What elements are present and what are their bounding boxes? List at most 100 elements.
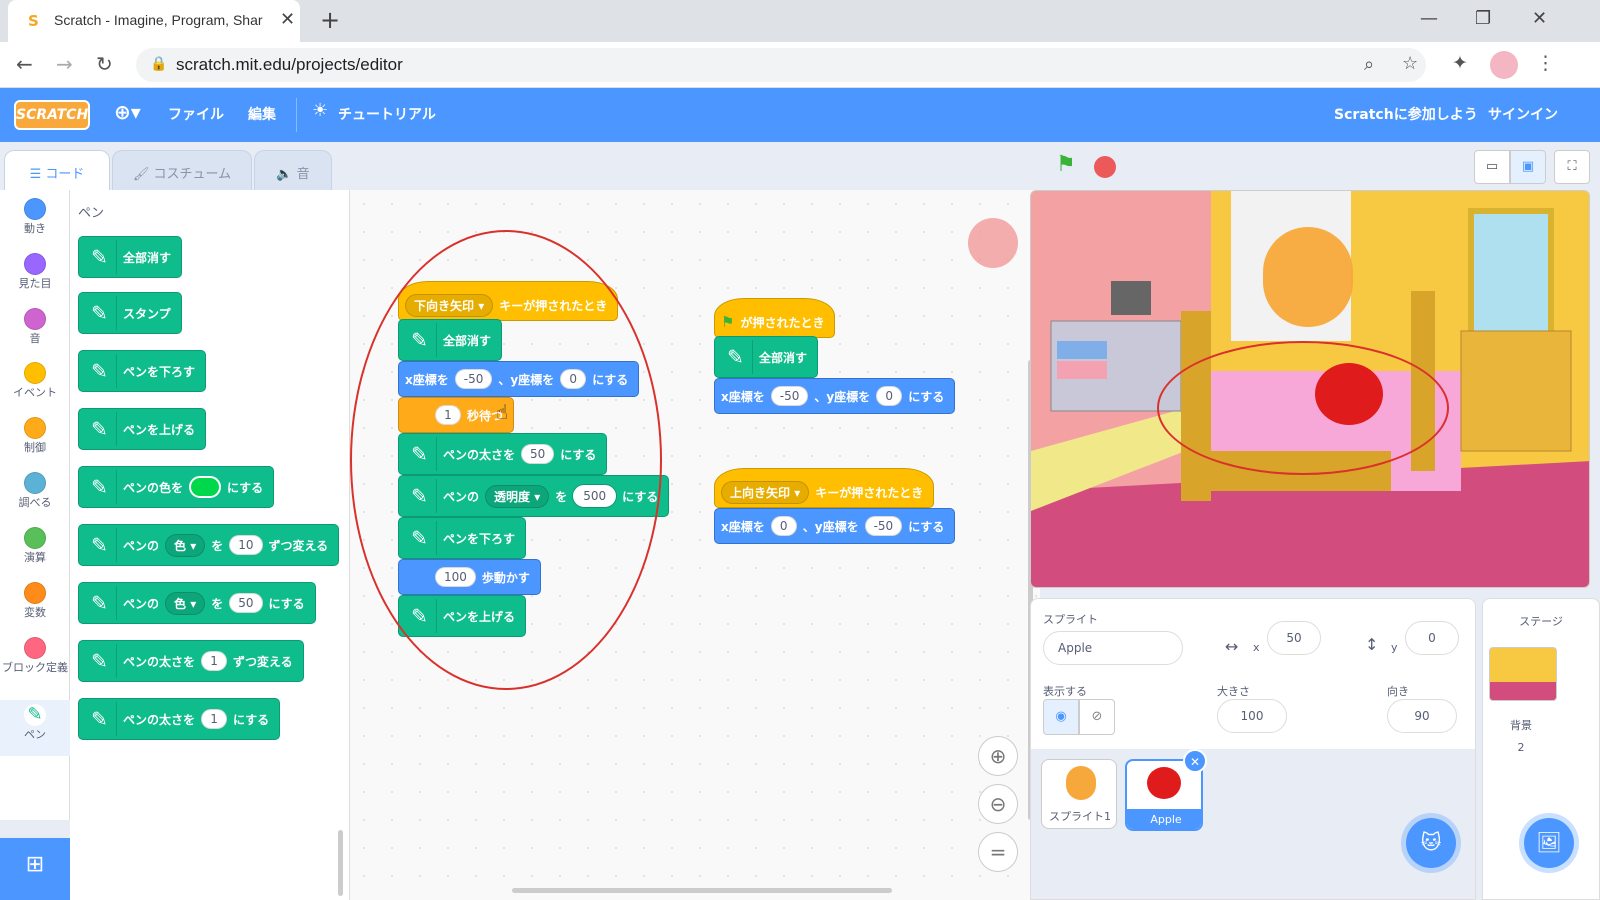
param-dropdown[interactable]: 色 ▾ — [165, 591, 206, 615]
backdrop-thumbnail — [1489, 647, 1557, 701]
x-input[interactable]: 0 — [770, 516, 797, 536]
when-flag-clicked-hat-block[interactable]: ⚑ が押されたとき — [714, 298, 836, 338]
stage-title: ステージ — [1519, 615, 1563, 628]
value-input[interactable]: 50 — [229, 593, 263, 613]
delete-sprite-button[interactable]: ✕ — [1183, 749, 1207, 773]
color-picker-swatch[interactable] — [189, 476, 222, 498]
apple-thumbnail-icon — [1147, 767, 1181, 799]
category-pen[interactable]: ✎ ペン — [0, 700, 70, 756]
category-my-blocks[interactable]: ブロック定義 — [0, 633, 70, 691]
looks-dot-icon — [24, 253, 46, 275]
brush-icon: 🖌 — [132, 167, 154, 182]
palette-set-param-block[interactable]: ✎ ペンの色 ▾ を 50 にする — [78, 582, 316, 624]
tutorials-lightbulb-icon: ☀ — [312, 100, 329, 121]
size-input[interactable]: 100 — [1217, 699, 1287, 733]
tab-sounds[interactable]: 🔈 音 — [254, 150, 332, 190]
category-control[interactable]: 制御 — [0, 413, 70, 469]
palette-set-color-block[interactable]: ✎ ペンの色を にする — [78, 466, 275, 508]
value-input[interactable]: 10 — [229, 535, 263, 555]
language-globe-icon[interactable]: ⊕▾ — [114, 100, 141, 124]
minimize-icon[interactable]: — — [1420, 8, 1438, 29]
tutorials-menu[interactable]: チュートリアル — [338, 104, 436, 124]
stop-icon[interactable] — [1094, 156, 1116, 178]
reload-icon[interactable]: ↻ — [96, 52, 113, 76]
category-sound[interactable]: 音 — [0, 304, 70, 360]
fullscreen-button[interactable]: ⛶ — [1554, 150, 1590, 184]
category-operators[interactable]: 演算 — [0, 523, 70, 579]
category-looks[interactable]: 見た目 — [0, 249, 70, 305]
pen-icon: ✎ — [83, 412, 117, 446]
zoom-icon[interactable]: ⌕ — [1364, 54, 1374, 75]
green-flag-icon[interactable]: ⚑ — [1056, 152, 1076, 177]
choose-backdrop-button[interactable]: 🖼 — [1524, 818, 1574, 868]
tab-code[interactable]: ☰ コード — [4, 150, 110, 190]
browser-menu-icon[interactable]: ⋮ — [1536, 52, 1555, 74]
stage-canvas[interactable] — [1030, 190, 1590, 588]
palette-scrollbar[interactable] — [338, 830, 343, 896]
x-position-input[interactable]: 50 — [1267, 621, 1321, 655]
show-sprite-button[interactable]: ◉ — [1043, 699, 1079, 735]
pen-icon: ✎ — [83, 296, 117, 330]
lock-icon: 🔒 — [150, 56, 168, 72]
scratch-logo[interactable]: SCRATCH — [14, 100, 90, 130]
go-to-xy-block[interactable]: x座標を -50 、y座標を 0 にする — [714, 378, 956, 414]
zoom-out-button[interactable]: ⊖ — [978, 784, 1018, 824]
tab-costumes[interactable]: 🖌 コスチューム — [112, 150, 252, 190]
category-sensing[interactable]: 調べる — [0, 468, 70, 524]
large-stage-button[interactable]: ▣ — [1510, 150, 1546, 184]
x-input[interactable]: -50 — [770, 386, 809, 406]
palette-clear-block[interactable]: ✎ 全部消す — [78, 236, 183, 278]
sprite-thumb-sprite1[interactable]: スプライト1 — [1041, 759, 1117, 829]
sound-dot-icon — [24, 308, 46, 330]
clear-block[interactable]: ✎ 全部消す — [714, 336, 819, 378]
profile-avatar[interactable] — [1490, 51, 1518, 79]
when-key-pressed-hat-block[interactable]: 上向き矢印 ▾ キーが押されたとき — [714, 468, 935, 508]
back-icon[interactable]: ← — [16, 52, 33, 76]
palette-change-size-block[interactable]: ✎ ペンの太さを 1 ずつ変える — [78, 640, 304, 682]
join-scratch-link[interactable]: Scratchに参加しよう — [1334, 104, 1478, 124]
add-extension-button[interactable]: ⊞ — [0, 838, 70, 900]
close-window-icon[interactable]: ✕ — [1532, 8, 1547, 29]
cat-sprite-icon[interactable] — [1263, 227, 1353, 327]
zoom-reset-button[interactable]: = — [978, 832, 1018, 872]
value-input[interactable]: 1 — [201, 651, 228, 671]
pen-icon: ✎ — [24, 704, 46, 726]
key-dropdown[interactable]: 上向き矢印 ▾ — [721, 480, 810, 504]
browser-tab[interactable]: S Scratch - Imagine, Program, Shar ✕ — [8, 0, 300, 42]
palette-change-param-block[interactable]: ✎ ペンの色 ▾ を 10 ずつ変える — [78, 524, 340, 566]
fullscreen-icon: ⛶ — [1567, 159, 1577, 174]
choose-sprite-button[interactable]: 🐱 — [1406, 818, 1456, 868]
zoom-in-button[interactable]: ⊕ — [978, 736, 1018, 776]
sign-in-link[interactable]: サインイン — [1488, 104, 1558, 124]
palette-pen-up-block[interactable]: ✎ ペンを上げる — [78, 408, 207, 450]
pen-icon: ✎ — [719, 340, 753, 374]
palette-pen-down-block[interactable]: ✎ ペンを下ろす — [78, 350, 207, 392]
y-input[interactable]: 0 — [876, 386, 903, 406]
hide-sprite-button[interactable]: ⊘ — [1079, 699, 1115, 735]
add-backdrop-icon: 🖼 — [1536, 830, 1562, 854]
forward-icon[interactable]: → — [56, 52, 73, 76]
y-input[interactable]: -50 — [864, 516, 903, 536]
edit-menu[interactable]: 編集 — [248, 104, 276, 124]
close-tab-icon[interactable]: ✕ — [280, 9, 295, 30]
workspace-horizontal-scrollbar[interactable] — [512, 888, 892, 893]
value-input[interactable]: 1 — [201, 709, 228, 729]
palette-set-size-block[interactable]: ✎ ペンの太さを 1 にする — [78, 698, 281, 740]
restore-icon[interactable]: ❐ — [1475, 8, 1491, 29]
category-events[interactable]: イベント — [0, 358, 70, 414]
y-position-input[interactable]: 0 — [1405, 621, 1459, 655]
category-variables[interactable]: 変数 — [0, 578, 70, 634]
param-dropdown[interactable]: 色 ▾ — [165, 533, 206, 557]
file-menu[interactable]: ファイル — [168, 104, 224, 124]
go-to-xy-block[interactable]: x座標を 0 、y座標を -50 にする — [714, 508, 956, 544]
address-bar[interactable]: 🔒 scratch.mit.edu/projects/editor ⌕ ☆ — [136, 48, 1426, 82]
small-stage-button[interactable]: ▭ — [1474, 150, 1510, 184]
extensions-icon[interactable]: ✦ — [1452, 52, 1468, 74]
new-tab-icon[interactable]: + — [320, 6, 340, 34]
category-motion[interactable]: 動き — [0, 194, 70, 250]
events-dot-icon — [24, 362, 46, 384]
bookmark-star-icon[interactable]: ☆ — [1402, 53, 1418, 74]
palette-stamp-block[interactable]: ✎ スタンプ — [78, 292, 182, 334]
direction-input[interactable]: 90 — [1387, 699, 1457, 733]
sprite-name-input[interactable]: Apple — [1043, 631, 1183, 665]
